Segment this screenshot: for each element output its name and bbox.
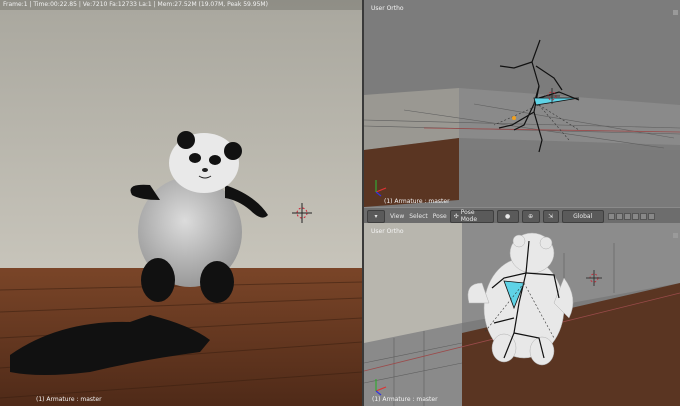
layer-button[interactable]: [623, 212, 631, 220]
mode-select-label: Pose Mode: [460, 209, 478, 223]
ortho-bottom-footer: (1) Armature : master: [372, 396, 438, 403]
ortho-bottom-view-label: User Ortho: [371, 228, 404, 235]
render-status-bar: Frame:1 | Time:00:22.85 | Ve:7210 Fa:127…: [0, 0, 362, 10]
layer-button[interactable]: [631, 212, 639, 220]
render-scene: [0, 0, 362, 406]
pivot-icon: ⊕: [528, 212, 534, 220]
pivot-select[interactable]: ⊕: [521, 209, 540, 223]
shading-select[interactable]: ●: [496, 209, 519, 223]
layer-button[interactable]: [639, 212, 647, 220]
layer-button[interactable]: [607, 212, 615, 220]
viewport-corner-handle[interactable]: [673, 10, 678, 15]
layer-buttons[interactable]: [607, 212, 655, 220]
orientation-select[interactable]: Global: [561, 209, 604, 223]
viewport-corner-handle[interactable]: [673, 233, 678, 238]
ortho-top-footer: (1) Armature : master: [384, 198, 450, 205]
menu-select[interactable]: Select: [409, 213, 428, 220]
sphere-icon: ●: [505, 212, 511, 220]
render-footer-label: (1) Armature : master: [36, 396, 102, 403]
manipulator-icon: ⇲: [548, 212, 554, 220]
pose-mode-icon: ✣: [453, 212, 459, 220]
ortho-top-view-label: User Ortho: [371, 5, 404, 12]
render-viewport[interactable]: Frame:1 | Time:00:22.85 | Ve:7210 Fa:127…: [0, 0, 362, 406]
menu-pose[interactable]: Pose: [433, 213, 447, 220]
manipulator-toggle[interactable]: ⇲: [542, 209, 559, 223]
layer-button[interactable]: [615, 212, 623, 220]
mode-select[interactable]: ✣ Pose Mode: [449, 209, 494, 223]
orientation-select-label: Global: [573, 212, 593, 220]
ortho-top-scene: [364, 0, 680, 207]
ortho-viewport-top[interactable]: User Ortho (1) Armature : master: [364, 0, 680, 207]
layer-button[interactable]: [647, 212, 655, 220]
ortho-bottom-scene: [364, 223, 680, 406]
editor-type-button[interactable]: ▾: [367, 209, 385, 223]
ortho-viewport-bottom[interactable]: User Ortho (1) Armature : master: [364, 223, 680, 406]
menu-view[interactable]: View: [390, 213, 404, 220]
